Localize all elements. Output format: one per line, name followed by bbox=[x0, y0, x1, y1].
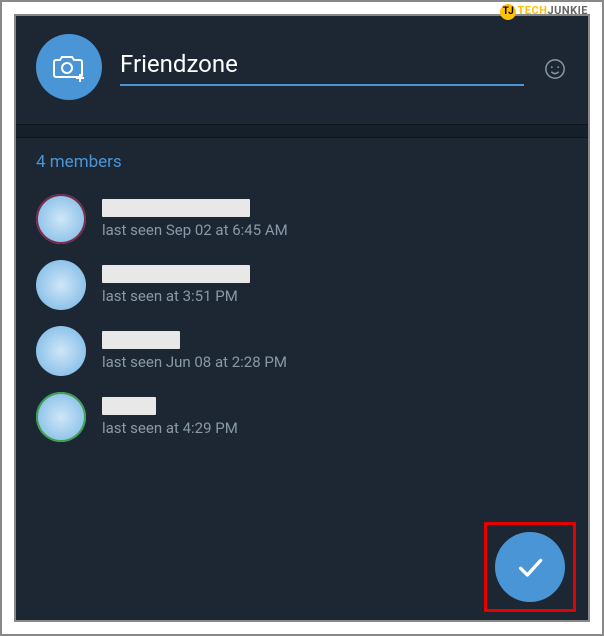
group-name-field-wrap bbox=[120, 48, 524, 86]
section-divider bbox=[16, 124, 588, 138]
watermark-text-2: JUNKIE bbox=[547, 4, 588, 17]
member-name-redacted bbox=[102, 265, 250, 283]
member-text: last seen at 3:51 PM bbox=[102, 265, 250, 305]
outer-frame: TJTECHJUNKIE bbox=[0, 0, 604, 636]
member-status: last seen Jun 08 at 2:28 PM bbox=[102, 353, 287, 371]
avatar bbox=[36, 326, 86, 376]
smiley-icon bbox=[544, 58, 566, 80]
watermark-badge: TJ bbox=[500, 4, 516, 20]
confirm-button[interactable] bbox=[495, 532, 565, 602]
confirm-highlight-box bbox=[484, 522, 576, 612]
member-text: last seen at 4:29 PM bbox=[102, 397, 238, 437]
header bbox=[16, 16, 588, 100]
avatar bbox=[36, 260, 86, 310]
member-text: last seen Jun 08 at 2:28 PM bbox=[102, 331, 287, 371]
member-row[interactable]: last seen Sep 02 at 6:45 AM bbox=[36, 186, 568, 252]
member-name-redacted bbox=[102, 199, 250, 217]
member-status: last seen Sep 02 at 6:45 AM bbox=[102, 221, 288, 239]
watermark-text-1: TECH bbox=[517, 4, 547, 17]
member-row[interactable]: last seen at 3:51 PM bbox=[36, 252, 568, 318]
avatar bbox=[36, 392, 86, 442]
member-row[interactable]: last seen at 4:29 PM bbox=[36, 384, 568, 450]
member-status: last seen at 4:29 PM bbox=[102, 419, 238, 437]
member-name-redacted bbox=[102, 331, 180, 349]
avatar bbox=[36, 194, 86, 244]
members-section: 4 members last seen Sep 02 at 6:45 AM la… bbox=[16, 138, 588, 450]
camera-add-icon bbox=[52, 52, 86, 82]
app-screen: 4 members last seen Sep 02 at 6:45 AM la… bbox=[14, 14, 590, 622]
member-text: last seen Sep 02 at 6:45 AM bbox=[102, 199, 288, 239]
member-status: last seen at 3:51 PM bbox=[102, 287, 250, 305]
check-icon bbox=[514, 551, 546, 583]
member-name-redacted bbox=[102, 397, 156, 415]
members-count-title: 4 members bbox=[36, 152, 568, 172]
member-row[interactable]: last seen Jun 08 at 2:28 PM bbox=[36, 318, 568, 384]
watermark: TJTECHJUNKIE bbox=[500, 4, 588, 20]
emoji-button[interactable] bbox=[542, 56, 568, 82]
group-name-input[interactable] bbox=[120, 48, 524, 86]
add-group-photo-button[interactable] bbox=[36, 34, 102, 100]
